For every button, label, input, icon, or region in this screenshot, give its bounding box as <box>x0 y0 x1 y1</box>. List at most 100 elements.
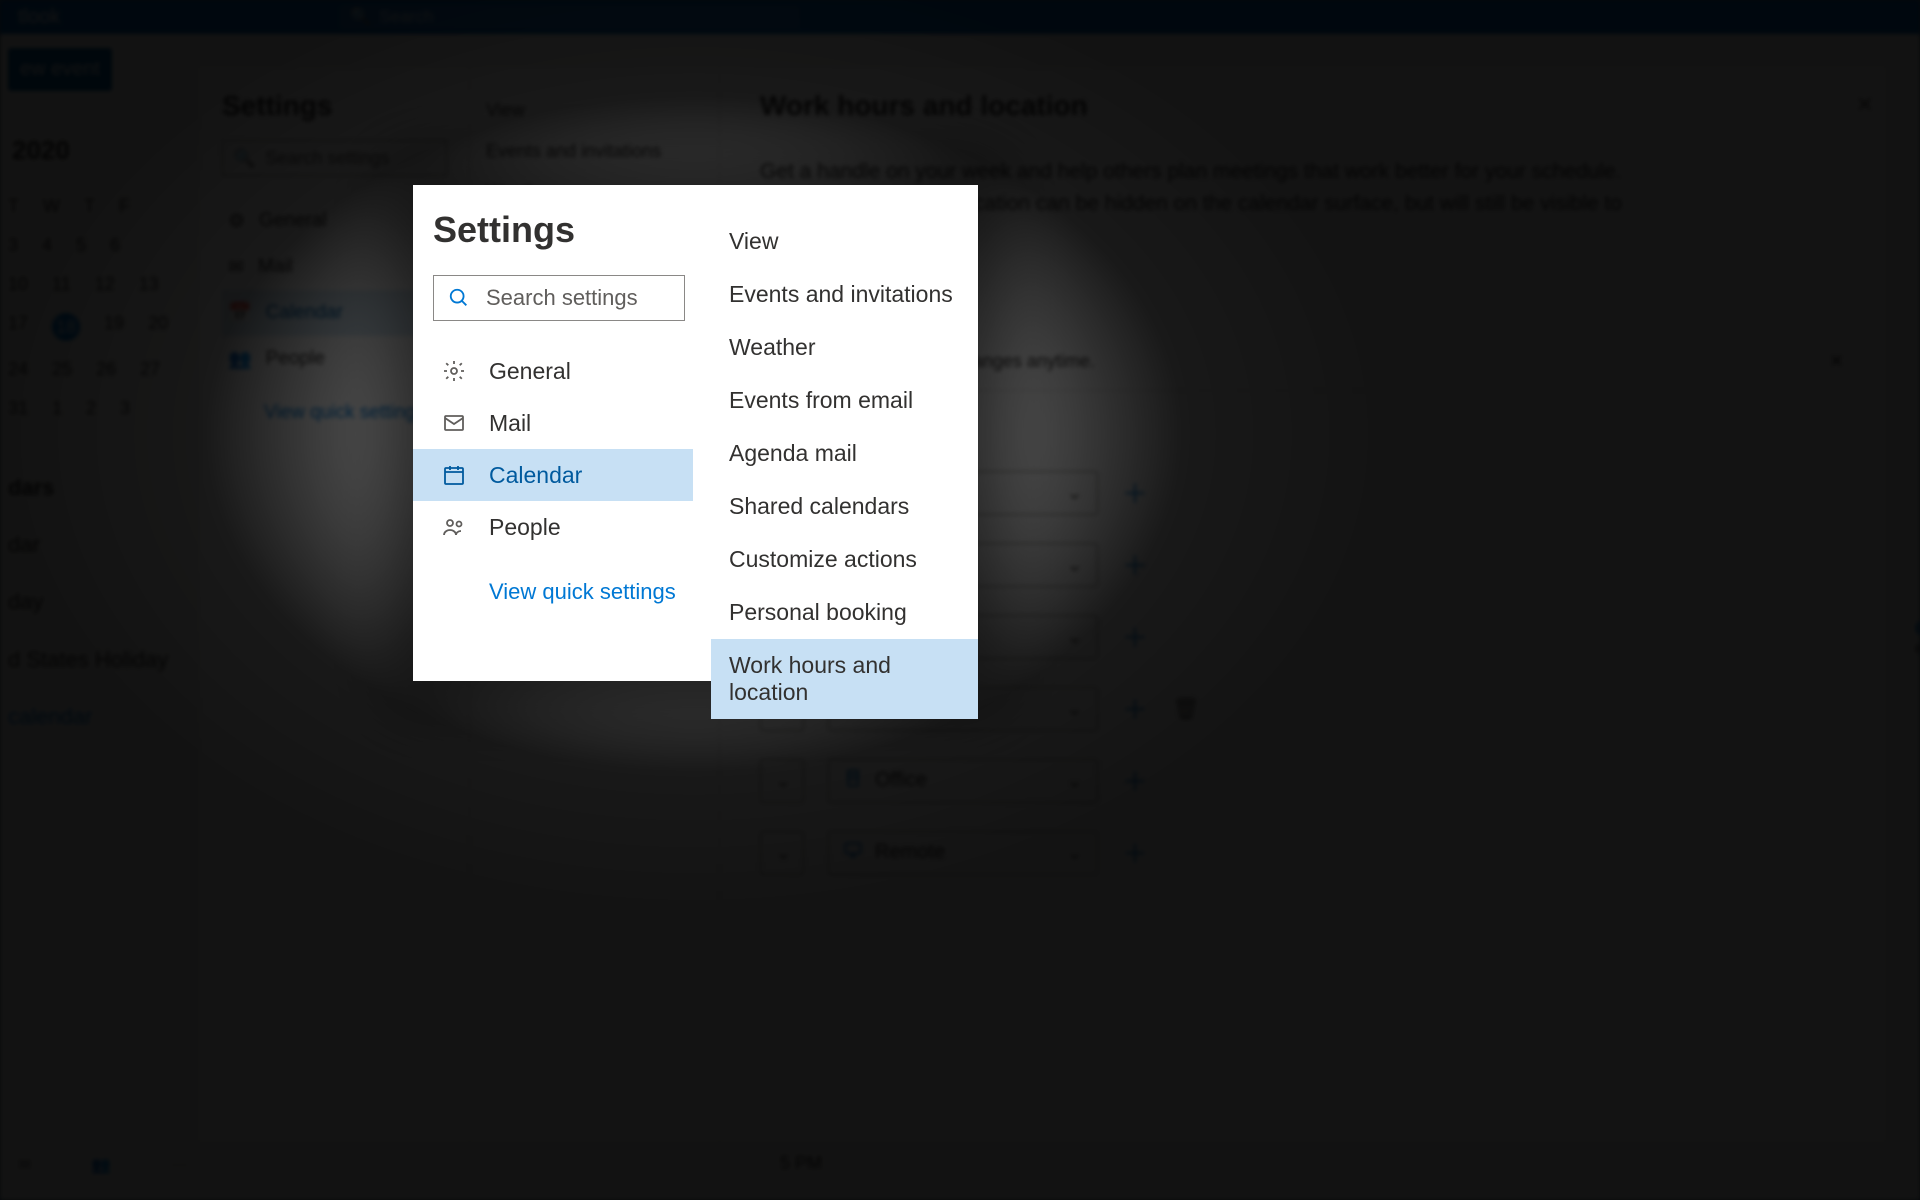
minical-day[interactable]: 12 <box>95 274 115 295</box>
calendar-list-item[interactable]: calendar <box>8 688 192 745</box>
mail-icon <box>441 410 467 436</box>
settings-sub-item[interactable]: Weather <box>711 321 978 374</box>
minical-day[interactable]: 11 <box>52 274 71 295</box>
nav-item-mail[interactable]: Mail <box>433 397 693 449</box>
people-nav-icon[interactable]: 👥 <box>91 1155 111 1175</box>
nav-label-mail: Mail <box>489 410 531 437</box>
settings-popup-focus: Settings Search settings General Mail <box>413 185 978 681</box>
calendar-list: dars dardayd States Holidaycalendar <box>8 459 192 745</box>
settings-sub-item[interactable]: Events from email <box>711 374 978 427</box>
minical-dow-cell: T <box>8 196 19 217</box>
location-dropdown[interactable]: Office⌄ <box>828 759 1098 803</box>
settings-sub-item[interactable]: Work hours and location <box>711 639 978 719</box>
year-label: 2020 <box>12 135 192 166</box>
nav-label-general: General <box>489 358 571 385</box>
minical-dow: TWTF <box>8 196 192 217</box>
mail-nav-icon[interactable]: ✉ <box>18 1155 31 1175</box>
minical-day[interactable]: 6 <box>110 235 120 256</box>
mail-icon: ✉ <box>228 256 244 279</box>
minical-row: 24 25 26 27 <box>8 359 192 380</box>
popup-submenu: ViewEvents and invitationsWeatherEvents … <box>711 185 978 681</box>
nav-label-people: People <box>489 514 561 541</box>
settings-sub-item[interactable]: Events and invitations <box>711 268 978 321</box>
close-icon[interactable]: ✕ <box>1856 92 1874 118</box>
calendar-icon: 📅 <box>228 301 252 325</box>
minical-dow-cell: W <box>43 196 60 217</box>
minical-day[interactable]: 10 <box>8 274 28 295</box>
location-icon <box>843 840 863 866</box>
nav-label-calendar: Calendar <box>489 462 582 489</box>
minical-row: 31 1 2 3 <box>8 398 192 419</box>
add-row-icon[interactable]: ＋ <box>1122 834 1148 871</box>
work-hours-title: Work hours and location <box>760 90 1844 122</box>
settings-sub-item-bg[interactable]: View <box>470 90 719 131</box>
popup-primary-nav: Settings Search settings General Mail <box>413 185 711 681</box>
settings-sub-item[interactable]: View <box>711 215 978 268</box>
minical-day[interactable]: 5 <box>76 235 86 256</box>
work-hours-row: ⌄ Remote⌄ ＋ <box>760 831 1844 875</box>
search-icon: 🔍 <box>350 7 371 27</box>
minical-day[interactable]: 26 <box>96 359 116 380</box>
settings-sub-item[interactable]: Customize actions <box>711 533 978 586</box>
minical-day[interactable]: 17 <box>8 313 28 341</box>
search-icon <box>446 285 472 311</box>
settings-sub-item[interactable]: Personal booking <box>711 586 978 639</box>
add-row-icon[interactable]: ＋ <box>1122 690 1148 727</box>
location-dropdown[interactable]: Remote⌄ <box>828 831 1098 875</box>
add-row-icon[interactable]: ＋ <box>1122 618 1148 655</box>
search-icon: 🔍 <box>233 148 255 169</box>
add-row-icon[interactable]: ＋ <box>1122 474 1148 511</box>
view-quick-settings-link[interactable]: View quick settings <box>433 579 693 605</box>
app-brand: tlook <box>18 6 60 29</box>
calendar-sidebar: ew event 2020 TWTF 345610111213171819202… <box>0 34 200 1200</box>
settings-sub-item[interactable]: Agenda mail <box>711 427 978 480</box>
settings-sub-item[interactable]: Shared calendars <box>711 480 978 533</box>
dismiss-hint-icon[interactable]: ✕ <box>1829 351 1844 372</box>
add-row-icon[interactable]: ＋ <box>1122 762 1148 799</box>
minical-row: 17 18 19 20 <box>8 313 192 341</box>
settings-search-ph: Search settings <box>265 148 389 169</box>
nav-item-people[interactable]: People <box>433 501 693 553</box>
location-icon <box>843 768 863 794</box>
nav-item-general[interactable]: General <box>433 345 693 397</box>
minical-day[interactable]: 4 <box>42 235 52 256</box>
time-dropdown[interactable]: ⌄ <box>760 759 804 803</box>
mini-calendar: TWTF 345610111213171819202425262731123 <box>8 196 192 419</box>
minical-dow-cell: T <box>84 196 95 217</box>
calendar-icon <box>441 462 467 488</box>
more-nav-icon[interactable]: ⋯ <box>171 1155 187 1175</box>
nav-item-calendar[interactable]: Calendar <box>413 449 693 501</box>
time-axis-label: 5 PM <box>780 1153 822 1174</box>
titlebar: tlook 🔍 Search <box>0 0 1920 34</box>
gear-icon: ⚙ <box>228 210 245 233</box>
minical-dow-cell: F <box>119 196 130 217</box>
minical-day[interactable]: 19 <box>104 313 124 341</box>
settings-search-input[interactable]: Search settings <box>433 275 685 321</box>
new-event-button[interactable]: ew event <box>8 48 112 91</box>
minical-day[interactable]: 3 <box>8 235 18 256</box>
minical-day[interactable]: 3 <box>120 398 130 419</box>
minical-day[interactable]: 2 <box>86 398 96 419</box>
minical-day[interactable]: 24 <box>8 359 28 380</box>
settings-title-bg: Settings <box>222 90 447 122</box>
settings-sub-item-bg[interactable]: Events and invitations <box>470 131 719 172</box>
minical-day[interactable]: 20 <box>148 313 168 341</box>
delete-row-icon[interactable]: 🗑 <box>1172 696 1200 722</box>
settings-search-bg[interactable]: 🔍 Search settings <box>222 140 447 176</box>
minical-day[interactable]: 1 <box>52 398 62 419</box>
minical-row: 3 4 5 6 <box>8 235 192 256</box>
search-placeholder: Search settings <box>486 285 638 311</box>
global-search[interactable]: 🔍 Search <box>340 5 800 29</box>
calendar-list-item[interactable]: day <box>8 573 192 630</box>
minical-day[interactable]: 18 <box>52 313 80 341</box>
minical-day[interactable]: 25 <box>52 359 72 380</box>
work-hours-row: ⌄ Office⌄ ＋ <box>760 759 1844 803</box>
time-dropdown[interactable]: ⌄ <box>760 831 804 875</box>
minical-day[interactable]: 13 <box>139 274 159 295</box>
add-row-icon[interactable]: ＋ <box>1122 546 1148 583</box>
right-cutoff-text: date elem <box>1915 614 1920 658</box>
minical-day[interactable]: 31 <box>8 398 28 419</box>
minical-day[interactable]: 27 <box>140 359 160 380</box>
calendar-list-item[interactable]: dar <box>8 516 192 573</box>
calendar-list-item[interactable]: d States Holiday <box>8 631 192 688</box>
